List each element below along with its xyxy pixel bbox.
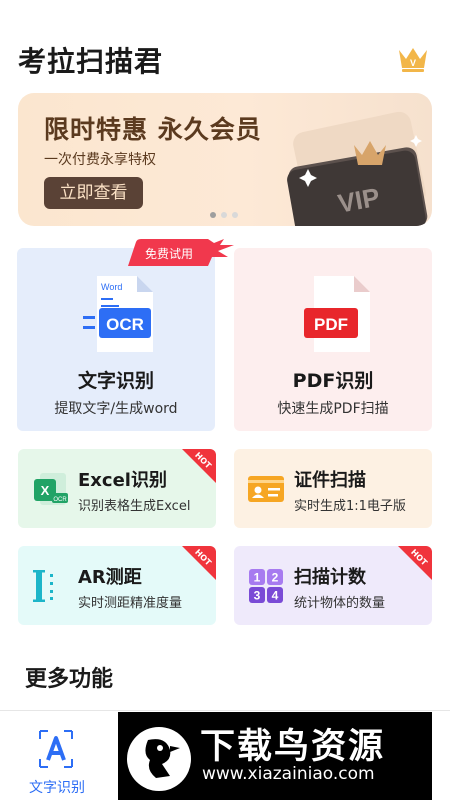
ar-measure-desc: 实时测距精准度量 (78, 596, 183, 611)
digit-label: 4 (272, 589, 279, 603)
digit-label: 3 (254, 589, 261, 603)
letter-a-icon (39, 730, 73, 768)
free-trial-label: 免费试用 (145, 247, 194, 261)
carousel-dot[interactable] (232, 212, 238, 218)
carousel-dot[interactable] (221, 212, 227, 218)
excel-ocr-label: OCR (53, 497, 67, 503)
text-recognition-title: 文字识别 (77, 370, 154, 392)
svg-text:X: X (41, 483, 50, 498)
word-doc-label: Word (101, 282, 122, 292)
id-scan-title: 证件扫描 (294, 470, 366, 491)
pdf-recognition-desc: 快速生成PDF扫描 (277, 401, 389, 417)
watermark-title: 下载鸟资源 (200, 727, 386, 767)
ruler-icon (33, 570, 53, 602)
id-scan-card[interactable]: 证件扫描 实时生成1:1电子版 (234, 449, 432, 528)
digit-label: 1 (254, 571, 261, 585)
tab-text-recognition-label: 文字识别 (29, 780, 85, 796)
vip-card-illustration: VIP (287, 111, 428, 226)
ar-measure-title: AR测距 (78, 567, 142, 588)
watermark-overlay: 下载鸟资源 www.xiazainiao.com (118, 712, 432, 800)
crown-icon[interactable]: V (396, 44, 430, 74)
excel-title: Excel识别 (78, 470, 167, 491)
pdf-label: PDF (314, 315, 348, 334)
app-title: 考拉扫描君 (18, 45, 164, 78)
banner-subtitle: 一次付费永享特权 (44, 152, 156, 168)
ocr-label: OCR (106, 315, 144, 334)
view-now-button[interactable]: 立即查看 (44, 177, 143, 209)
pdf-recognition-title: PDF识别 (292, 370, 374, 392)
id-scan-desc: 实时生成1:1电子版 (294, 499, 406, 514)
scan-count-title: 扫描计数 (294, 567, 366, 588)
promo-banner[interactable]: 限时特惠 永久会员 一次付费永享特权 立即查看 VIP (18, 93, 432, 226)
pdf-document-icon: PDF (304, 276, 370, 352)
excel-recognition-card[interactable]: X OCR Excel识别 识别表格生成Excel HOT (18, 449, 216, 528)
svg-text:V: V (410, 58, 416, 68)
id-card-icon (248, 476, 284, 502)
digit-label: 2 (272, 571, 279, 585)
pdf-recognition-card[interactable]: PDF PDF识别 快速生成PDF扫描 (234, 248, 432, 431)
carousel-indicator (210, 212, 238, 218)
scan-count-desc: 统计物体的数量 (294, 596, 386, 611)
excel-icon: X OCR (34, 473, 68, 505)
number-grid-icon: 1 2 3 4 (249, 569, 283, 603)
more-features-title: 更多功能 (25, 667, 114, 692)
text-recognition-desc: 提取文字/生成word (54, 401, 178, 417)
text-recognition-card[interactable]: Word OCR 文字识别 提取文字/生成word (17, 248, 215, 431)
bird-logo-icon (127, 727, 191, 791)
ar-measure-card[interactable]: AR测距 实时测距精准度量 HOT (18, 546, 216, 625)
banner-title: 限时特惠 永久会员 (44, 115, 262, 144)
scan-count-card[interactable]: 1 2 3 4 扫描计数 统计物体的数量 HOT (234, 546, 432, 625)
watermark-url: www.xiazainiao.com (202, 764, 375, 784)
carousel-dot[interactable] (210, 212, 216, 218)
ocr-document-icon: Word OCR (83, 276, 153, 352)
excel-desc: 识别表格生成Excel (78, 499, 191, 514)
tab-text-recognition[interactable]: 文字识别 (14, 725, 100, 796)
